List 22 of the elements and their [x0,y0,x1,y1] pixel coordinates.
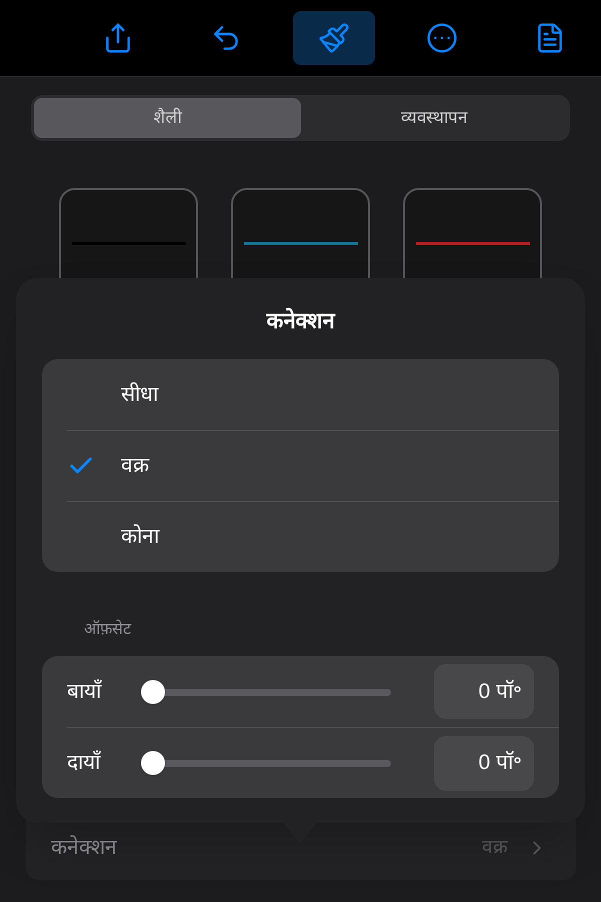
slider[interactable] [141,680,391,704]
toolbar-button[interactable] [293,11,375,65]
slider-label: दायाँ [67,749,102,776]
option-row[interactable]: वक्र [67,430,559,501]
paintbrush-icon [318,22,350,54]
segment-tab[interactable]: व्यवस्थापन [300,98,567,138]
slider-thumb[interactable] [141,751,165,775]
option-label: सीधा [121,381,158,408]
slider-label: बायाँ [67,678,103,705]
section-label: ऑफ़सेट [84,618,132,640]
option-label: कोना [121,523,159,550]
value-field[interactable]: 0 पॉ॰ [434,736,534,790]
popover-title: कनेक्शन [265,306,336,335]
option-row[interactable]: कोना [67,501,559,572]
more-icon [426,22,458,54]
option-row[interactable]: सीधा [67,359,559,430]
slider-thumb[interactable] [141,680,165,704]
row-label: कनेक्शन [51,834,117,862]
value-field[interactable]: 0 पॉ॰ [434,664,534,719]
slider[interactable] [141,751,391,775]
segment-tab[interactable]: शैली [34,98,300,138]
option-label: वक्र [121,453,149,480]
